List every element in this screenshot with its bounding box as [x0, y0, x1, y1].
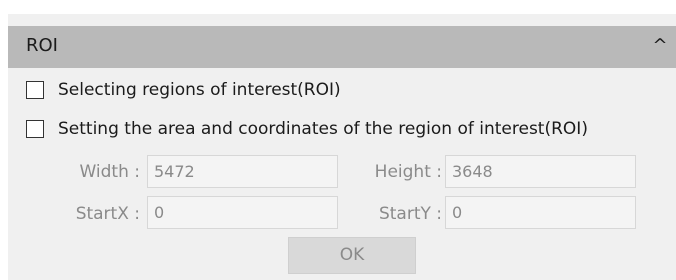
roi-panel-header[interactable]: ROI ^	[8, 26, 676, 68]
start-y-label: StartY :	[378, 204, 442, 224]
select-roi-checkbox[interactable]	[26, 81, 44, 99]
set-roi-area-option[interactable]: Setting the area and coordinates of the …	[26, 117, 588, 141]
height-input[interactable]	[445, 155, 636, 188]
width-input[interactable]	[147, 155, 338, 188]
height-label: Height :	[374, 162, 442, 182]
roi-panel: ROI ^ Selecting regions of interest(ROI)…	[8, 14, 676, 280]
select-roi-option[interactable]: Selecting regions of interest(ROI)	[26, 78, 341, 102]
start-y-input[interactable]	[445, 196, 636, 229]
select-roi-label: Selecting regions of interest(ROI)	[58, 80, 341, 100]
ok-button[interactable]: OK	[288, 237, 416, 274]
start-x-label: StartX :	[75, 204, 140, 224]
start-x-input[interactable]	[147, 196, 338, 229]
set-roi-area-checkbox[interactable]	[26, 120, 44, 138]
set-roi-area-label: Setting the area and coordinates of the …	[58, 119, 588, 139]
panel-title: ROI	[26, 35, 58, 56]
chevron-up-icon[interactable]: ^	[652, 34, 668, 56]
width-label: Width :	[79, 162, 140, 182]
